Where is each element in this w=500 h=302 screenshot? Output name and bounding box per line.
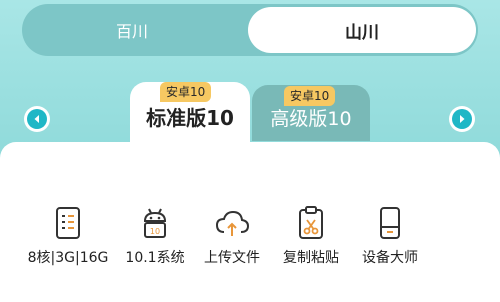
cloud-upload-icon — [215, 210, 250, 236]
feature-label: 上传文件 — [204, 250, 260, 266]
prev-arrow-button[interactable] — [24, 106, 50, 132]
feature-item-device-master: 设备大师 — [345, 205, 435, 267]
android-version-badge: 安卓10 — [284, 86, 336, 106]
android-robot-icon: 10 — [143, 208, 167, 238]
feature-item-upload: 上传文件 — [187, 205, 277, 267]
next-arrow-button[interactable] — [449, 106, 475, 132]
feature-list: 8核|3G|16G 10 10.1系统 上传文件 复制粘贴 设备大师 — [0, 205, 500, 275]
phone-device-icon — [380, 207, 400, 239]
segmented-control: 百川 山川 — [22, 4, 478, 56]
tab-standard-label: 标准版10 — [146, 106, 234, 130]
tab-advanced-label: 高级版10 — [270, 108, 352, 130]
feature-item-copy-paste: 复制粘贴 — [266, 205, 356, 267]
segment-shanchuan[interactable]: 山川 — [248, 7, 476, 53]
segment-baichuan[interactable]: 百川 — [22, 4, 242, 56]
android-version-badge: 安卓10 — [160, 82, 212, 102]
clipboard-scissors-icon — [299, 206, 323, 239]
chevron-right-icon — [452, 109, 472, 129]
svg-text:10: 10 — [150, 227, 160, 236]
spec-list-icon — [56, 207, 80, 239]
feature-label: 设备大师 — [362, 250, 418, 266]
feature-label: 8核|3G|16G — [27, 250, 109, 266]
chevron-left-icon — [27, 109, 47, 129]
segment-shanchuan-label: 山川 — [345, 22, 379, 43]
feature-item-spec: 8核|3G|16G — [23, 205, 113, 267]
feature-label: 复制粘贴 — [283, 250, 339, 266]
segment-baichuan-label: 百川 — [115, 22, 148, 41]
